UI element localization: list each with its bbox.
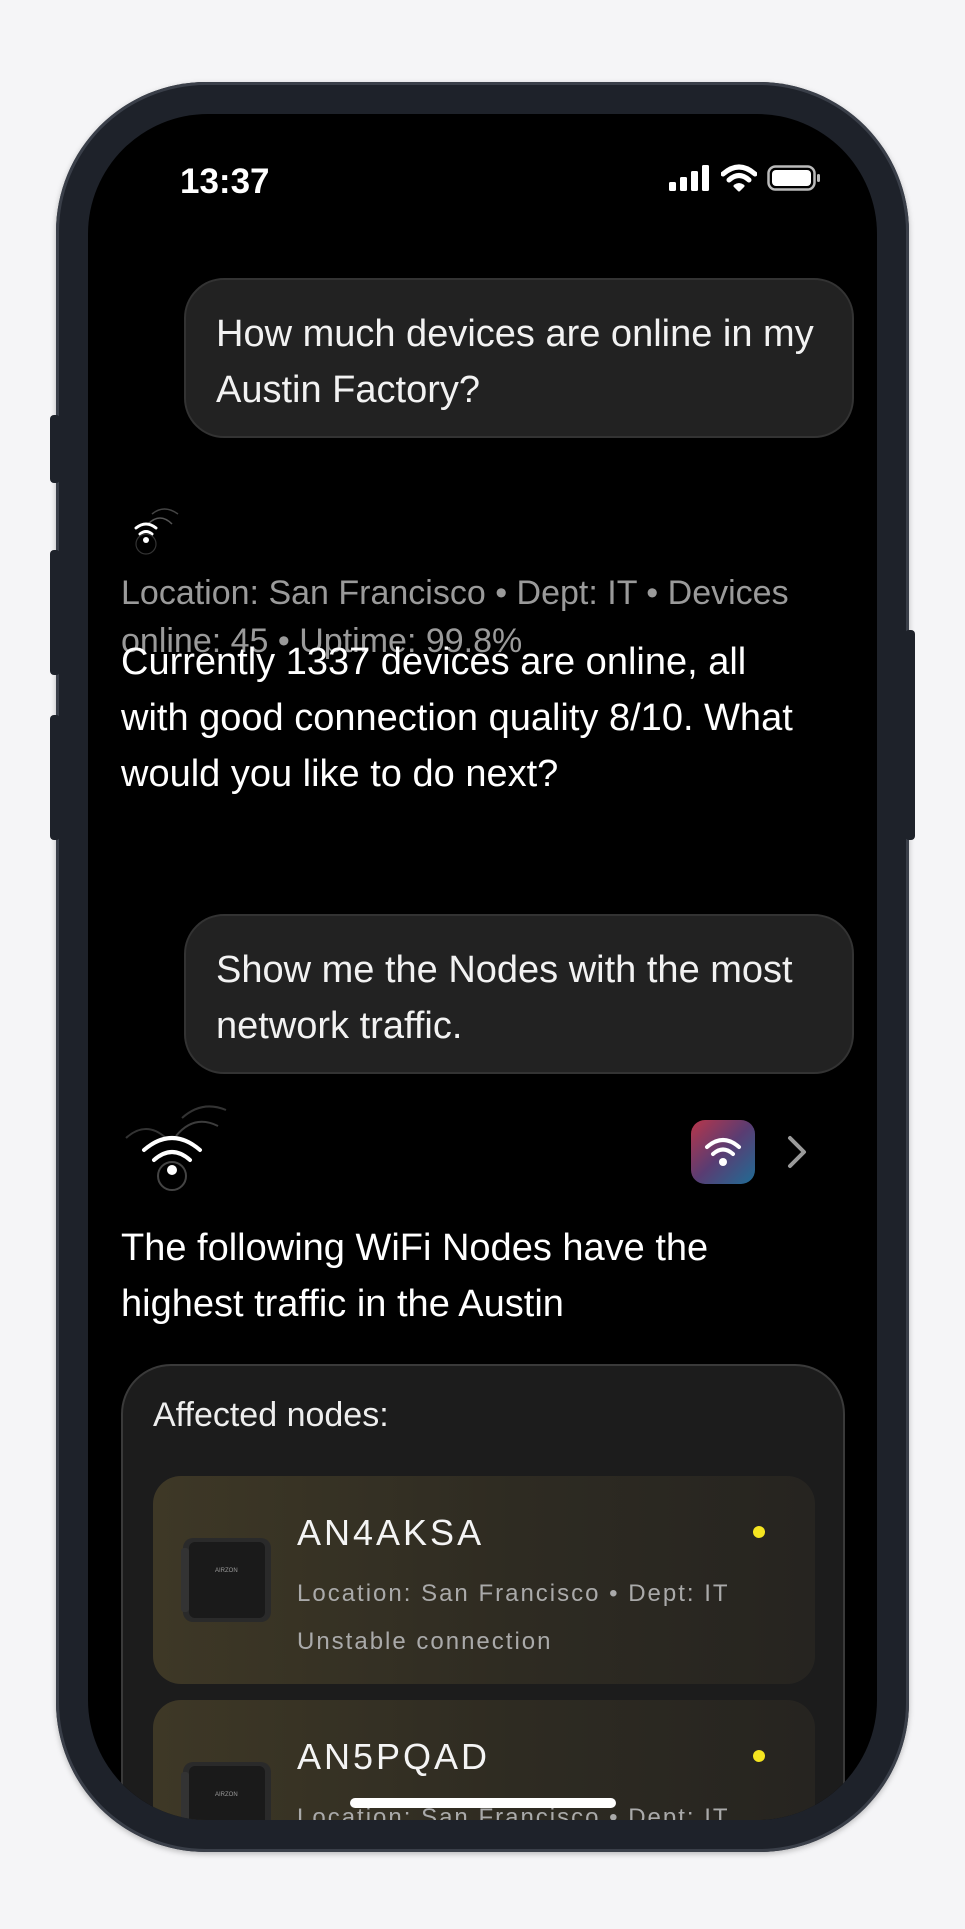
wifi-app-icon[interactable] xyxy=(691,1120,755,1184)
router-device-image: AIRZON xyxy=(181,1538,271,1622)
node-name: AN5PQAD xyxy=(297,1736,491,1777)
power-button xyxy=(905,630,915,840)
node-name: AN4AKSA xyxy=(297,1512,485,1553)
battery-icon xyxy=(767,165,820,191)
node-status: Unstable connection xyxy=(297,1628,553,1655)
chevron-right-icon[interactable] xyxy=(786,1134,808,1170)
user-message-2-text: Show me the Nodes with the most network … xyxy=(216,949,793,1047)
volume-up-button xyxy=(50,550,60,675)
phone-screen: 13:37 How much devices are online in my … xyxy=(88,114,877,1820)
user-message-1-text: How much devices are online in my Austin… xyxy=(216,313,814,411)
user-message-1: How much devices are online in my Austin… xyxy=(184,278,854,438)
volume-down-button xyxy=(50,715,60,840)
node-status-dot xyxy=(753,1526,765,1538)
status-time: 13:37 xyxy=(180,162,270,201)
assistant-wifi-icon xyxy=(134,508,179,555)
user-message-2: Show me the Nodes with the most network … xyxy=(184,914,854,1074)
svg-text:AIRZON: AIRZON xyxy=(215,1568,238,1574)
assistant-wifi-icon-large xyxy=(125,1105,227,1191)
node-meta: Location: San Francisco • Dept: IT xyxy=(297,1580,730,1607)
svg-text:AIRZON: AIRZON xyxy=(215,1792,238,1798)
wifi-app-glyph xyxy=(705,1138,741,1166)
node-card[interactable]: AIRZON AN4AKSA Location: San Francisco •… xyxy=(153,1476,815,1684)
assistant-1-text: Currently 1337 devices are online, all w… xyxy=(121,641,793,795)
affected-nodes-card: Affected nodes: AIRZON AN4AKSA Location:… xyxy=(121,1364,845,1820)
action-button xyxy=(50,415,60,483)
status-icons xyxy=(669,164,821,192)
assistant-2-text: The following WiFi Nodes have the highes… xyxy=(121,1227,709,1325)
affected-nodes-title: Affected nodes: xyxy=(153,1396,389,1434)
home-indicator[interactable] xyxy=(350,1798,616,1808)
router-device-image: AIRZON xyxy=(181,1762,271,1820)
signal-bars-icon xyxy=(669,165,709,191)
node-status-dot xyxy=(753,1750,765,1762)
wifi-icon xyxy=(721,164,757,192)
